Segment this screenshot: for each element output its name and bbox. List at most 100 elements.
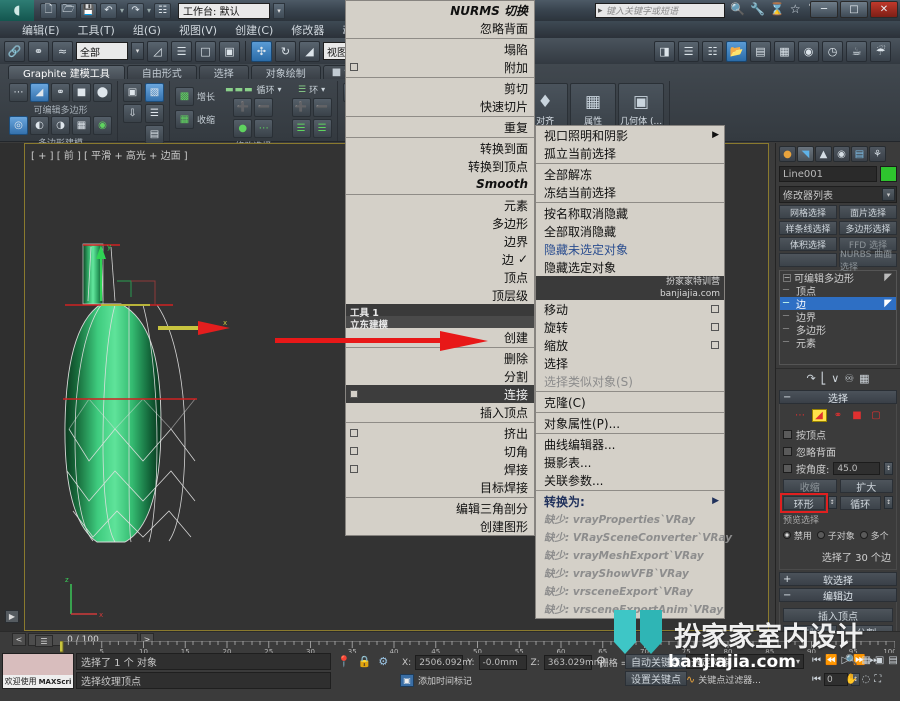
menu-item-target-weld[interactable]: 目标焊接	[346, 478, 534, 496]
workspace-dropdown-icon[interactable]: ▾	[273, 2, 286, 19]
menu-item-create-shape[interactable]: 创建图形	[346, 517, 534, 535]
by-angle-spinner[interactable]: ↕	[884, 462, 893, 475]
open-mini-curve-editor-icon[interactable]: ☰	[35, 635, 53, 647]
menu-modifiers[interactable]: 修改器	[291, 22, 324, 38]
loop-button[interactable]: 循环	[839, 496, 881, 511]
settings-box-icon[interactable]	[350, 429, 358, 437]
edge-icon[interactable]: ◢	[811, 409, 827, 422]
menu-item-quickslice[interactable]: 快速切片	[346, 97, 534, 115]
nurbs-surface-select-button[interactable]: NURBS 曲面选择	[839, 250, 897, 273]
polygon-icon[interactable]: ■	[72, 83, 91, 102]
menu-item-clone[interactable]: 克隆(C)	[536, 393, 724, 411]
remove-modifier-icon[interactable]: ♾	[844, 372, 854, 385]
menu-item-move[interactable]: 移动	[536, 300, 724, 318]
menu-item-edge[interactable]: 边 ✓	[346, 250, 534, 268]
setkey-icon[interactable]: ☷	[154, 2, 172, 19]
workspace-selector[interactable]: 工作台: 默认	[178, 2, 271, 19]
key-filter-curve-icon[interactable]: ∿	[686, 673, 695, 686]
menu-item-wire-parameters[interactable]: 关联参数...	[536, 471, 724, 489]
ring-shift-button[interactable]: ☰	[291, 119, 311, 138]
show-end-result-icon[interactable]: ⎣	[821, 372, 827, 385]
tab-selection[interactable]: 选择	[198, 65, 249, 80]
menu-item-select[interactable]: 选择	[536, 354, 724, 372]
dot-loop-button[interactable]: ⋯	[254, 119, 274, 138]
ignore-backfacing-checkbox[interactable]	[783, 447, 792, 456]
menu-item-cut[interactable]: 剪切	[346, 79, 534, 97]
modify-icon[interactable]: ◥	[797, 146, 814, 162]
volume-select-button[interactable]: 体积选择	[779, 237, 837, 251]
rollout-header-soft-selection[interactable]: + 软选择	[779, 572, 897, 587]
utilities-icon[interactable]: ⚘	[869, 146, 886, 162]
settings-box-icon[interactable]	[350, 390, 358, 398]
menu-item-ignore-backfacing[interactable]: 忽略背面	[346, 19, 534, 37]
subdivision-icon[interactable]: ▦	[72, 116, 91, 135]
hourglass-icon[interactable]: ⌛	[770, 2, 785, 16]
menu-item-freeze-selection[interactable]: 冻结当前选择	[536, 183, 724, 201]
settings-box-icon[interactable]	[711, 323, 719, 331]
menu-item-dope-sheet[interactable]: 摄影表...	[536, 453, 724, 471]
key-mode-toggle-icon[interactable]: ⚲	[596, 655, 606, 670]
menu-item-unhide-all[interactable]: 全部取消隐藏	[536, 222, 724, 240]
menu-item-viewport-lighting-shadows[interactable]: 视口照明和阴影 ▶	[536, 126, 724, 144]
menu-item-attach[interactable]: 附加	[346, 58, 534, 76]
loop-spinner[interactable]: ↕	[884, 496, 893, 509]
menu-item-convert-to-face[interactable]: 转换到面	[346, 139, 534, 157]
tab-graphite-modeling[interactable]: Graphite 建模工具	[8, 65, 125, 80]
select-by-name-icon[interactable]: ☰	[171, 40, 192, 62]
zoom-icon[interactable]: 🔍	[845, 655, 857, 666]
hierarchy-icon[interactable]: ▲	[815, 146, 832, 162]
menu-item-nurms-toggle[interactable]: NURMS 切换	[346, 1, 534, 19]
settings-box-icon[interactable]	[350, 465, 358, 473]
menu-item-smooth[interactable]: Smooth	[346, 175, 534, 193]
selection-filter-dropdown-icon[interactable]: ▾	[131, 42, 144, 60]
by-vertex-checkbox-row[interactable]: 按顶点	[783, 427, 893, 442]
key-mode-icon[interactable]: ⏮	[812, 674, 821, 685]
menu-item-extrude[interactable]: 挤出	[346, 424, 534, 442]
element-icon[interactable]: ⬤	[93, 83, 112, 102]
shrink-button[interactable]: ▦ 收缩	[175, 110, 215, 129]
ignore-backfacing-checkbox-row[interactable]: 忽略背面	[783, 444, 893, 459]
star-icon[interactable]: ☆	[790, 2, 801, 16]
by-vertex-checkbox[interactable]	[783, 430, 792, 439]
open-icon[interactable]: 🗁	[60, 2, 77, 19]
menu-item-element[interactable]: 元素	[346, 196, 534, 214]
rollout-header-selection[interactable]: − 选择	[779, 390, 897, 405]
stack-item-element[interactable]: ─ 元素	[780, 336, 896, 350]
ring-grow-button[interactable]: ➕	[291, 98, 311, 117]
expand-strip-icon[interactable]: ▶	[5, 610, 19, 623]
vertex-icon[interactable]: ⋯	[793, 409, 808, 422]
binoculars-icon[interactable]: 🔍	[730, 2, 745, 16]
symmetry-icon[interactable]: ◐	[30, 116, 49, 135]
vertex-icon[interactable]: ⋯	[9, 83, 28, 102]
select-move-icon[interactable]: ✣	[251, 40, 272, 62]
render-production-icon[interactable]: ☕	[846, 40, 867, 62]
display-icon[interactable]: ▤	[851, 146, 868, 162]
menu-item-scale[interactable]: 缩放	[536, 336, 724, 354]
menu-item-top-level[interactable]: 顶层级	[346, 286, 534, 304]
viewport-label[interactable]: [ + ] [ 前 ] [ 平滑 + 高光 + 边面 ]	[31, 147, 188, 162]
eye-icon[interactable]: ◤	[884, 272, 892, 283]
grow-button[interactable]: ▩ 增长	[175, 87, 215, 106]
radio-subobject[interactable]: 子对象	[816, 529, 855, 542]
3dsmax-logo-icon[interactable]: ◖	[0, 0, 34, 21]
menu-item-object-properties[interactable]: 对象属性(P)...	[536, 414, 724, 432]
unlink-icon[interactable]: ⚭	[28, 40, 49, 62]
by-angle-row[interactable]: 按角度: 45.0 ↕	[783, 461, 893, 476]
chevron-down-icon[interactable]: ▾	[882, 188, 895, 201]
motion-icon[interactable]: ◉	[833, 146, 850, 162]
settings-box-icon[interactable]	[350, 447, 358, 455]
window-crossing-icon[interactable]: ▣	[219, 40, 240, 62]
close-button[interactable]: ✕	[870, 1, 898, 18]
align-icon[interactable]: ☰	[678, 40, 699, 62]
redo-icon[interactable]: ↷	[127, 2, 145, 19]
quickslice-icon[interactable]: ▤	[145, 125, 164, 144]
coord-x-field[interactable]: 2506.092m	[415, 655, 471, 670]
slice-plane-icon[interactable]: ☰	[145, 104, 164, 123]
rollout-header-edit-edges[interactable]: − 编辑边	[779, 588, 897, 603]
menu-item-border[interactable]: 边界	[346, 232, 534, 250]
settings-box-icon[interactable]	[711, 305, 719, 313]
link-icon[interactable]: 🔗	[4, 40, 25, 62]
chevron-down-icon[interactable]: ▾	[796, 657, 800, 666]
rect-select-icon[interactable]: □	[195, 40, 216, 62]
polygon-icon[interactable]: ■	[850, 409, 865, 422]
